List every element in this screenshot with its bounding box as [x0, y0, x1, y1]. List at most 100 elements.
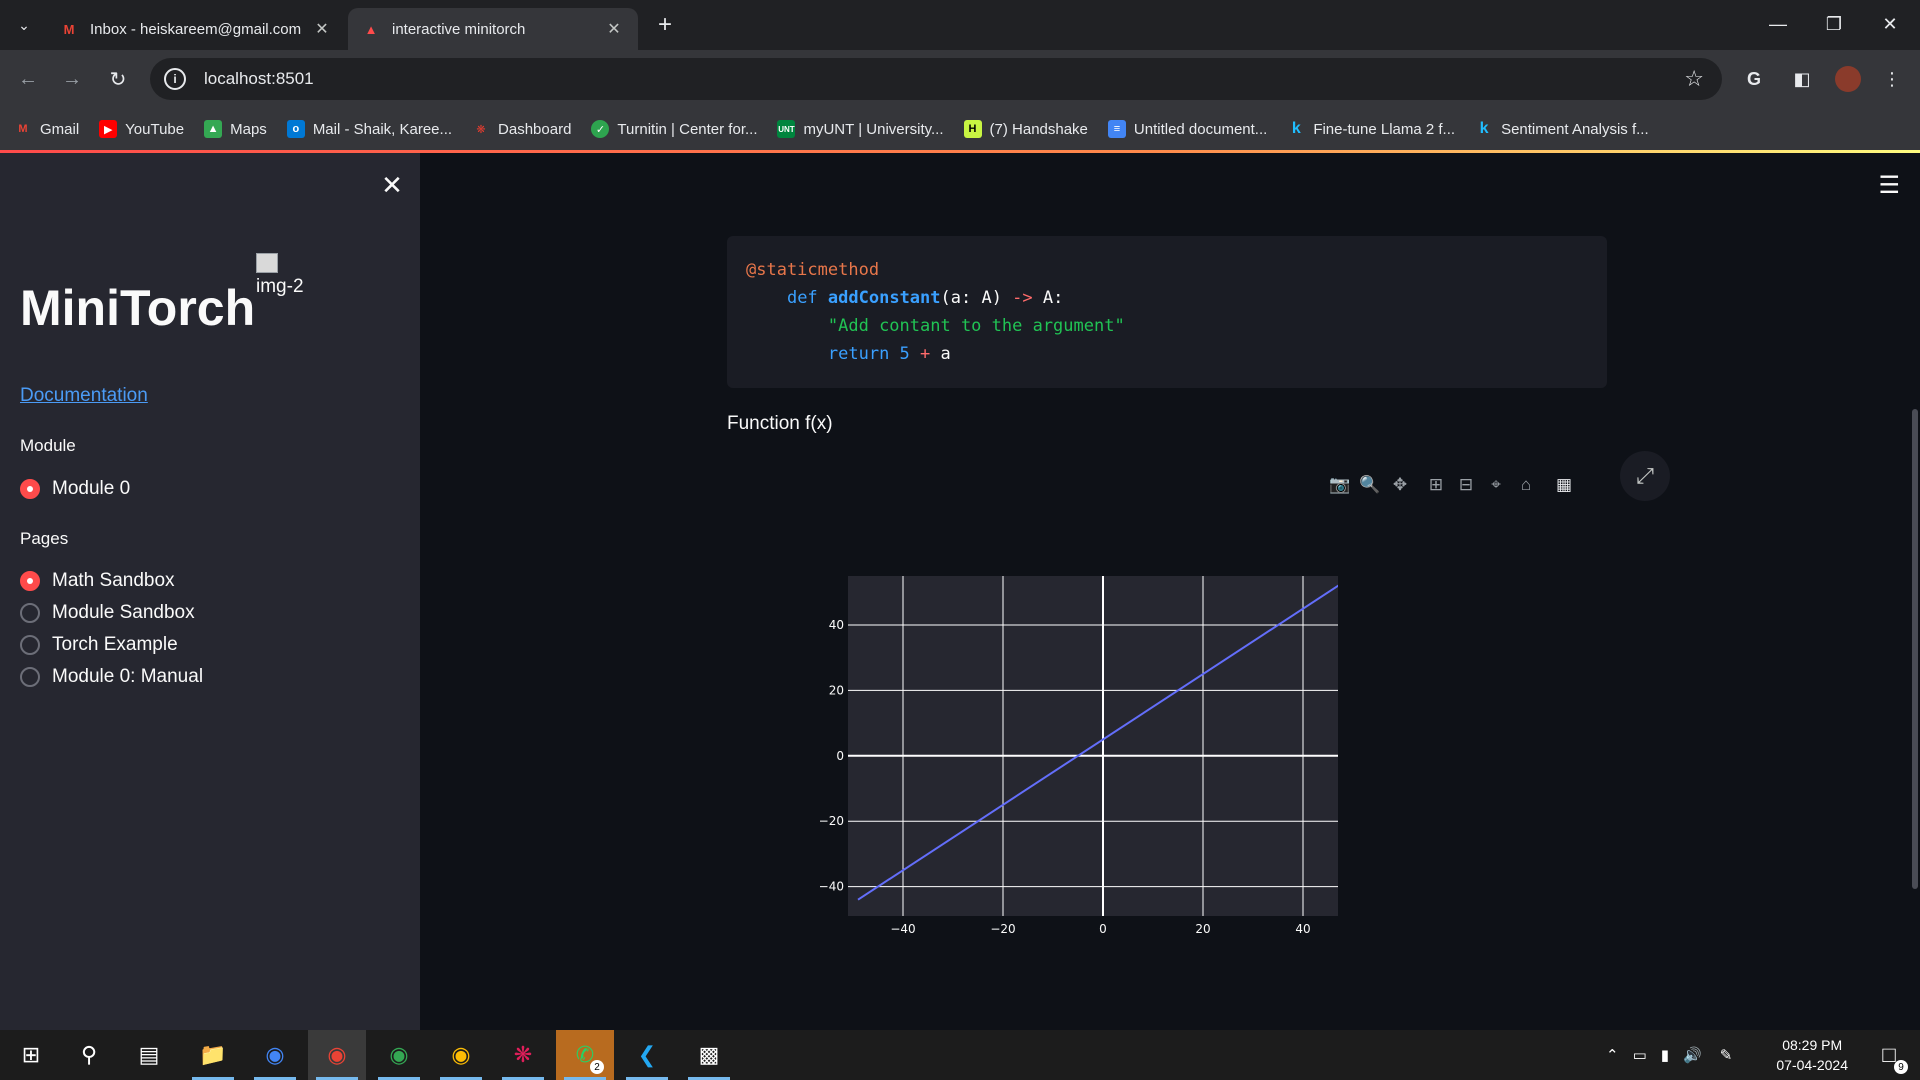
- code-block: @staticmethod def addConstant(a: A) -> A…: [727, 236, 1607, 388]
- bookmark-sentiment-analysis[interactable]: k Sentiment Analysis f...: [1475, 120, 1649, 138]
- avatar[interactable]: [1834, 65, 1862, 93]
- turnitin-icon: ✓: [591, 120, 610, 138]
- forward-button[interactable]: →: [58, 65, 86, 93]
- bookmark-myunt[interactable]: UNT myUNT | University...: [777, 120, 944, 138]
- terminal-icon: ▩: [698, 1042, 720, 1067]
- tab-search-button[interactable]: ⌄: [8, 9, 40, 41]
- autoscale-icon[interactable]: ⌖: [1484, 473, 1508, 497]
- bookmark-star-icon[interactable]: ☆: [1684, 66, 1704, 92]
- bookmark-label: Maps: [230, 120, 267, 138]
- radio-unselected-icon: [20, 635, 40, 655]
- radio-unselected-icon: [20, 667, 40, 687]
- chrome-profile-k-button[interactable]: ◉: [432, 1030, 490, 1080]
- bookmark-gmail[interactable]: M Gmail: [14, 120, 79, 138]
- radio-label: Math Sandbox: [52, 570, 175, 591]
- documentation-link[interactable]: Documentation: [20, 385, 148, 407]
- bookmark-turnitin[interactable]: ✓ Turnitin | Center for...: [591, 120, 757, 138]
- bookmark-maps[interactable]: ▲ Maps: [204, 120, 267, 138]
- zoom-in-icon[interactable]: ⊞: [1424, 473, 1448, 497]
- chrome-profile-a-button[interactable]: ◉: [370, 1030, 428, 1080]
- camera-icon[interactable]: 📷: [1328, 473, 1352, 497]
- tab-strip: ⌄ M Inbox - heiskareem@gmail.com ✕ ▲ int…: [0, 0, 1920, 50]
- radio-module-sandbox[interactable]: Module Sandbox: [20, 602, 195, 624]
- pan-icon[interactable]: ✥: [1388, 473, 1412, 497]
- slack-button[interactable]: ❋: [494, 1030, 552, 1080]
- google-icon[interactable]: G: [1740, 65, 1768, 93]
- zoom-out-icon[interactable]: ⊟: [1454, 473, 1478, 497]
- vscode-icon: ❮: [637, 1042, 657, 1067]
- function-plot[interactable]: −40 −20 0 20 40 −40 −20 0 20 40: [800, 573, 1340, 1080]
- reload-button[interactable]: ↻: [104, 65, 132, 93]
- close-icon[interactable]: ✕: [312, 19, 332, 39]
- side-panel-icon[interactable]: ◧: [1788, 65, 1816, 93]
- brand-title: MiniTorch: [20, 280, 256, 336]
- radio-label: Module Sandbox: [52, 602, 195, 623]
- restore-icon: ❐: [1825, 13, 1843, 34]
- clock[interactable]: 08:29 PM 07-04-2024: [1776, 1035, 1848, 1075]
- radio-module-0[interactable]: Module 0: [20, 478, 130, 500]
- bookmark-untitled-document[interactable]: ≡ Untitled document...: [1107, 120, 1268, 138]
- bookmark-youtube[interactable]: ▶ YouTube: [99, 120, 184, 138]
- address-bar[interactable]: i localhost:8501 ☆: [150, 58, 1722, 100]
- home-icon[interactable]: ⌂: [1514, 473, 1538, 497]
- search-icon: ⚲: [80, 1042, 98, 1067]
- whatsapp-button[interactable]: ✆ 2: [556, 1030, 614, 1080]
- notification-center-button[interactable]: □ 9: [1860, 1030, 1918, 1080]
- main-menu-button[interactable]: ☰: [1878, 171, 1900, 200]
- screen: ⌄ M Inbox - heiskareem@gmail.com ✕ ▲ int…: [0, 0, 1920, 1080]
- close-sidebar-button[interactable]: ✕: [378, 170, 406, 200]
- radio-label: Torch Example: [52, 634, 178, 655]
- battery-icon[interactable]: ▮: [1661, 1046, 1669, 1064]
- window-close-button[interactable]: ✕: [1862, 0, 1918, 48]
- radio-torch-example[interactable]: Torch Example: [20, 634, 178, 656]
- tab-interactive-minitorch[interactable]: ▲ interactive minitorch ✕: [348, 8, 638, 50]
- chrome-profile-button[interactable]: ◉: [308, 1030, 366, 1080]
- display-icon[interactable]: ▭: [1633, 1046, 1647, 1064]
- radio-math-sandbox[interactable]: Math Sandbox: [20, 570, 175, 592]
- volume-icon[interactable]: 🔊: [1683, 1046, 1702, 1064]
- bookmark-outlook[interactable]: o Mail - Shaik, Karee...: [286, 120, 452, 138]
- bookmark-label: Turnitin | Center for...: [617, 120, 758, 138]
- taskbar: ⊞ ⚲ ▤ 📁 ◉ ◉ ◉ ◉ ❋ ✆ 2 ❮ ▩ ⌃ ▭ ▮ 🔊 ✎ 08:29…: [0, 1030, 1920, 1080]
- back-button[interactable]: ←: [14, 65, 42, 93]
- handshake-icon: H: [963, 120, 982, 138]
- bookmark-label: Untitled document...: [1133, 120, 1268, 138]
- bookmark-handshake[interactable]: H (7) Handshake: [963, 120, 1088, 138]
- bookmark-dashboard[interactable]: ❋ Dashboard: [472, 120, 571, 138]
- close-icon[interactable]: ✕: [604, 19, 624, 39]
- url-text[interactable]: localhost:8501: [204, 69, 314, 89]
- plotly-logo-icon[interactable]: ▦: [1552, 473, 1576, 497]
- tab-inbox[interactable]: M Inbox - heiskareem@gmail.com ✕: [46, 8, 346, 50]
- arrow-right-icon: →: [62, 67, 82, 90]
- pen-icon[interactable]: ✎: [1720, 1046, 1733, 1064]
- code-operator: +: [920, 344, 931, 364]
- radio-selected-icon: [20, 571, 40, 591]
- chrome-button[interactable]: ◉: [246, 1030, 304, 1080]
- fullscreen-button[interactable]: ⤢: [1620, 451, 1670, 501]
- kaggle-icon: k: [1479, 120, 1489, 137]
- kebab-menu-icon[interactable]: ⋮: [1878, 65, 1906, 93]
- radio-label: Module 0: [52, 478, 131, 499]
- task-view-button[interactable]: ▤: [120, 1030, 178, 1080]
- new-tab-button[interactable]: +: [650, 10, 680, 40]
- site-info-icon[interactable]: i: [164, 68, 186, 90]
- y-tick-label: 40: [829, 618, 844, 632]
- file-explorer-button[interactable]: 📁: [184, 1030, 242, 1080]
- folder-icon: 📁: [199, 1042, 227, 1067]
- arrow-left-icon: ←: [18, 67, 38, 90]
- radio-module-0-manual[interactable]: Module 0: Manual: [20, 666, 203, 688]
- code-keyword: return: [827, 344, 890, 364]
- terminal-button[interactable]: ▩: [680, 1030, 738, 1080]
- search-button[interactable]: ⚲: [60, 1030, 118, 1080]
- browser-toolbar: ← → ↻ i localhost:8501 ☆ G ◧ ⋮: [0, 50, 1920, 108]
- bookmark-fine-tune-llama[interactable]: k Fine-tune Llama 2 f...: [1287, 120, 1455, 138]
- start-button[interactable]: ⊞: [2, 1030, 60, 1080]
- scrollbar[interactable]: [1912, 409, 1918, 889]
- chevron-up-icon[interactable]: ⌃: [1606, 1046, 1619, 1064]
- vscode-button[interactable]: ❮: [618, 1030, 676, 1080]
- zoom-icon[interactable]: 🔍: [1358, 473, 1382, 497]
- minimize-button[interactable]: —: [1750, 0, 1806, 48]
- restore-button[interactable]: ❐: [1806, 0, 1862, 48]
- bookmark-label: Gmail: [40, 120, 80, 138]
- y-tick-label: −40: [819, 880, 844, 894]
